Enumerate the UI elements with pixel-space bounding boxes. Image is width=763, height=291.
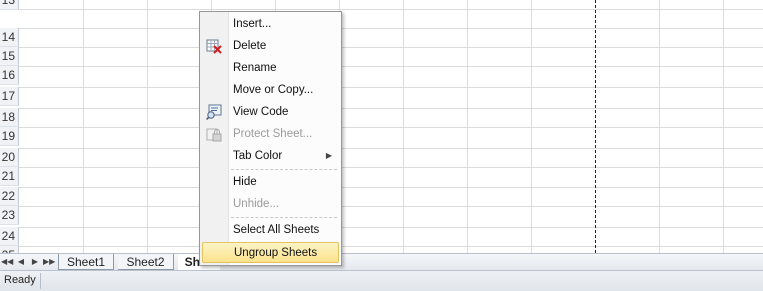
gridline <box>19 246 763 247</box>
sheet-tab-bar: ◀◀ ◀ ▶ ▶▶ Sheet1 Sheet2 Shee <box>0 253 763 270</box>
menu-item-unhide[interactable]: Unhide... <box>202 194 339 215</box>
gridline <box>19 66 763 67</box>
last-sheet-button[interactable]: ▶▶ <box>43 255 55 269</box>
row-header[interactable]: 15 <box>0 47 19 66</box>
submenu-arrow-icon: ▶ <box>325 151 332 160</box>
menu-item-label: Rename <box>233 62 277 74</box>
menu-item-label: Delete <box>233 40 267 52</box>
gridline <box>19 148 763 149</box>
view-code-icon <box>206 104 222 120</box>
protect-sheet-icon <box>206 126 222 142</box>
status-text: Ready <box>4 274 36 286</box>
row-header[interactable]: 17 <box>0 87 19 106</box>
menu-item-tab-color[interactable]: Tab Color ▶ <box>202 146 339 167</box>
row-header[interactable]: 19 <box>0 127 19 146</box>
first-sheet-button[interactable]: ◀◀ <box>1 255 13 269</box>
gridline <box>19 167 763 168</box>
menu-item-label: Insert... <box>233 18 272 30</box>
menu-item-label: Unhide... <box>233 198 280 210</box>
prev-sheet-button[interactable]: ◀ <box>15 255 27 269</box>
row-header[interactable]: 20 <box>0 148 19 167</box>
menu-item-move-or-copy[interactable]: Move or Copy... <box>202 80 339 101</box>
sheet-tab-sheet1[interactable]: Sheet1 <box>58 254 114 270</box>
gridline <box>19 87 763 88</box>
gridline <box>19 227 763 228</box>
menu-item-label: View Code <box>233 106 289 118</box>
gridline <box>19 47 763 48</box>
row-header[interactable]: 24 <box>0 227 19 246</box>
status-separator <box>40 273 41 289</box>
row-header[interactable]: 23 <box>0 206 19 225</box>
sheet-context-menu: Insert... Delete Rename Move or Copy... <box>199 11 342 266</box>
page-break-line <box>595 0 596 253</box>
menu-item-label: Move or Copy... <box>233 84 314 96</box>
menu-item-label: Ungroup Sheets <box>234 247 318 259</box>
row-header[interactable]: 22 <box>0 187 19 206</box>
menu-item-insert[interactable]: Insert... <box>202 14 339 35</box>
menu-item-ungroup-sheets[interactable]: Ungroup Sheets <box>202 242 339 263</box>
row-header[interactable]: 13 <box>0 0 19 10</box>
menu-item-label: Select All Sheets <box>233 224 320 236</box>
row-header[interactable]: 16 <box>0 66 19 85</box>
menu-item-label: Protect Sheet... <box>233 128 313 140</box>
status-bar: Ready <box>0 270 763 291</box>
row-header[interactable]: 21 <box>0 167 19 186</box>
menu-separator <box>231 169 337 170</box>
menu-item-protect-sheet[interactable]: Protect Sheet... <box>202 124 339 145</box>
worksheet-grid[interactable]: 13 14 15 16 17 18 19 20 21 22 23 24 25 <box>0 0 763 253</box>
menu-item-label: Tab Color <box>233 150 283 162</box>
gridline <box>19 187 763 188</box>
gridline <box>19 28 763 29</box>
gridline <box>19 9 763 10</box>
delete-sheet-icon <box>206 38 222 54</box>
sheet-tab-sheet2[interactable]: Sheet2 <box>118 254 174 270</box>
menu-item-hide[interactable]: Hide <box>202 172 339 193</box>
row-header[interactable]: 14 <box>0 28 19 47</box>
gridline <box>19 206 763 207</box>
menu-item-label: Hide <box>233 176 257 188</box>
menu-item-select-all-sheets[interactable]: Select All Sheets <box>202 220 339 241</box>
menu-separator <box>231 217 337 218</box>
row-header[interactable]: 25 <box>0 246 19 253</box>
gridline <box>19 108 763 109</box>
menu-item-delete[interactable]: Delete <box>202 36 339 57</box>
row-header[interactable]: 18 <box>0 108 19 127</box>
gridline <box>19 127 763 128</box>
next-sheet-button[interactable]: ▶ <box>29 255 41 269</box>
menu-item-rename[interactable]: Rename <box>202 58 339 79</box>
menu-item-view-code[interactable]: View Code <box>202 102 339 123</box>
